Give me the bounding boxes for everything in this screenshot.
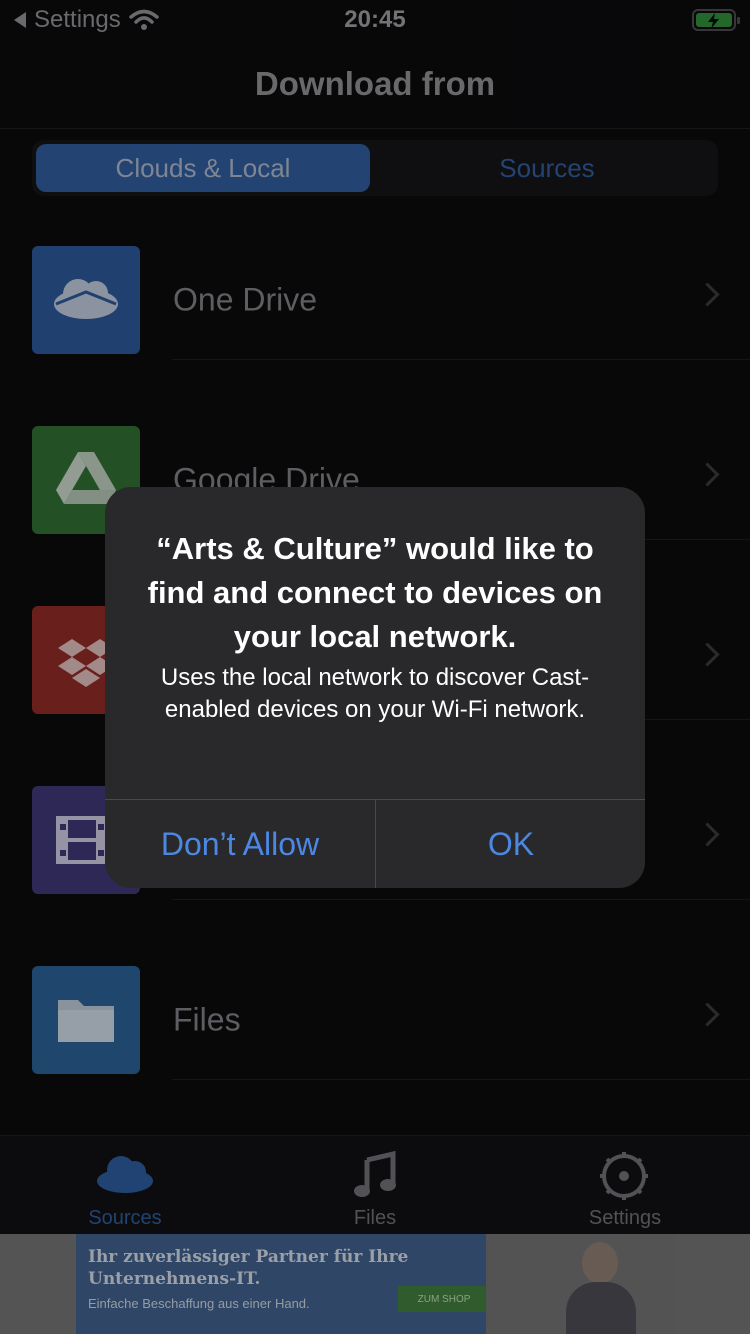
alert-title: “Arts & Culture” would like to find and …: [147, 531, 603, 654]
ok-button[interactable]: OK: [376, 800, 645, 888]
dont-allow-button[interactable]: Don’t Allow: [105, 800, 375, 888]
permission-alert: “Arts & Culture” would like to find and …: [105, 487, 645, 888]
alert-message: Uses the local network to discover Cast-…: [160, 664, 590, 723]
